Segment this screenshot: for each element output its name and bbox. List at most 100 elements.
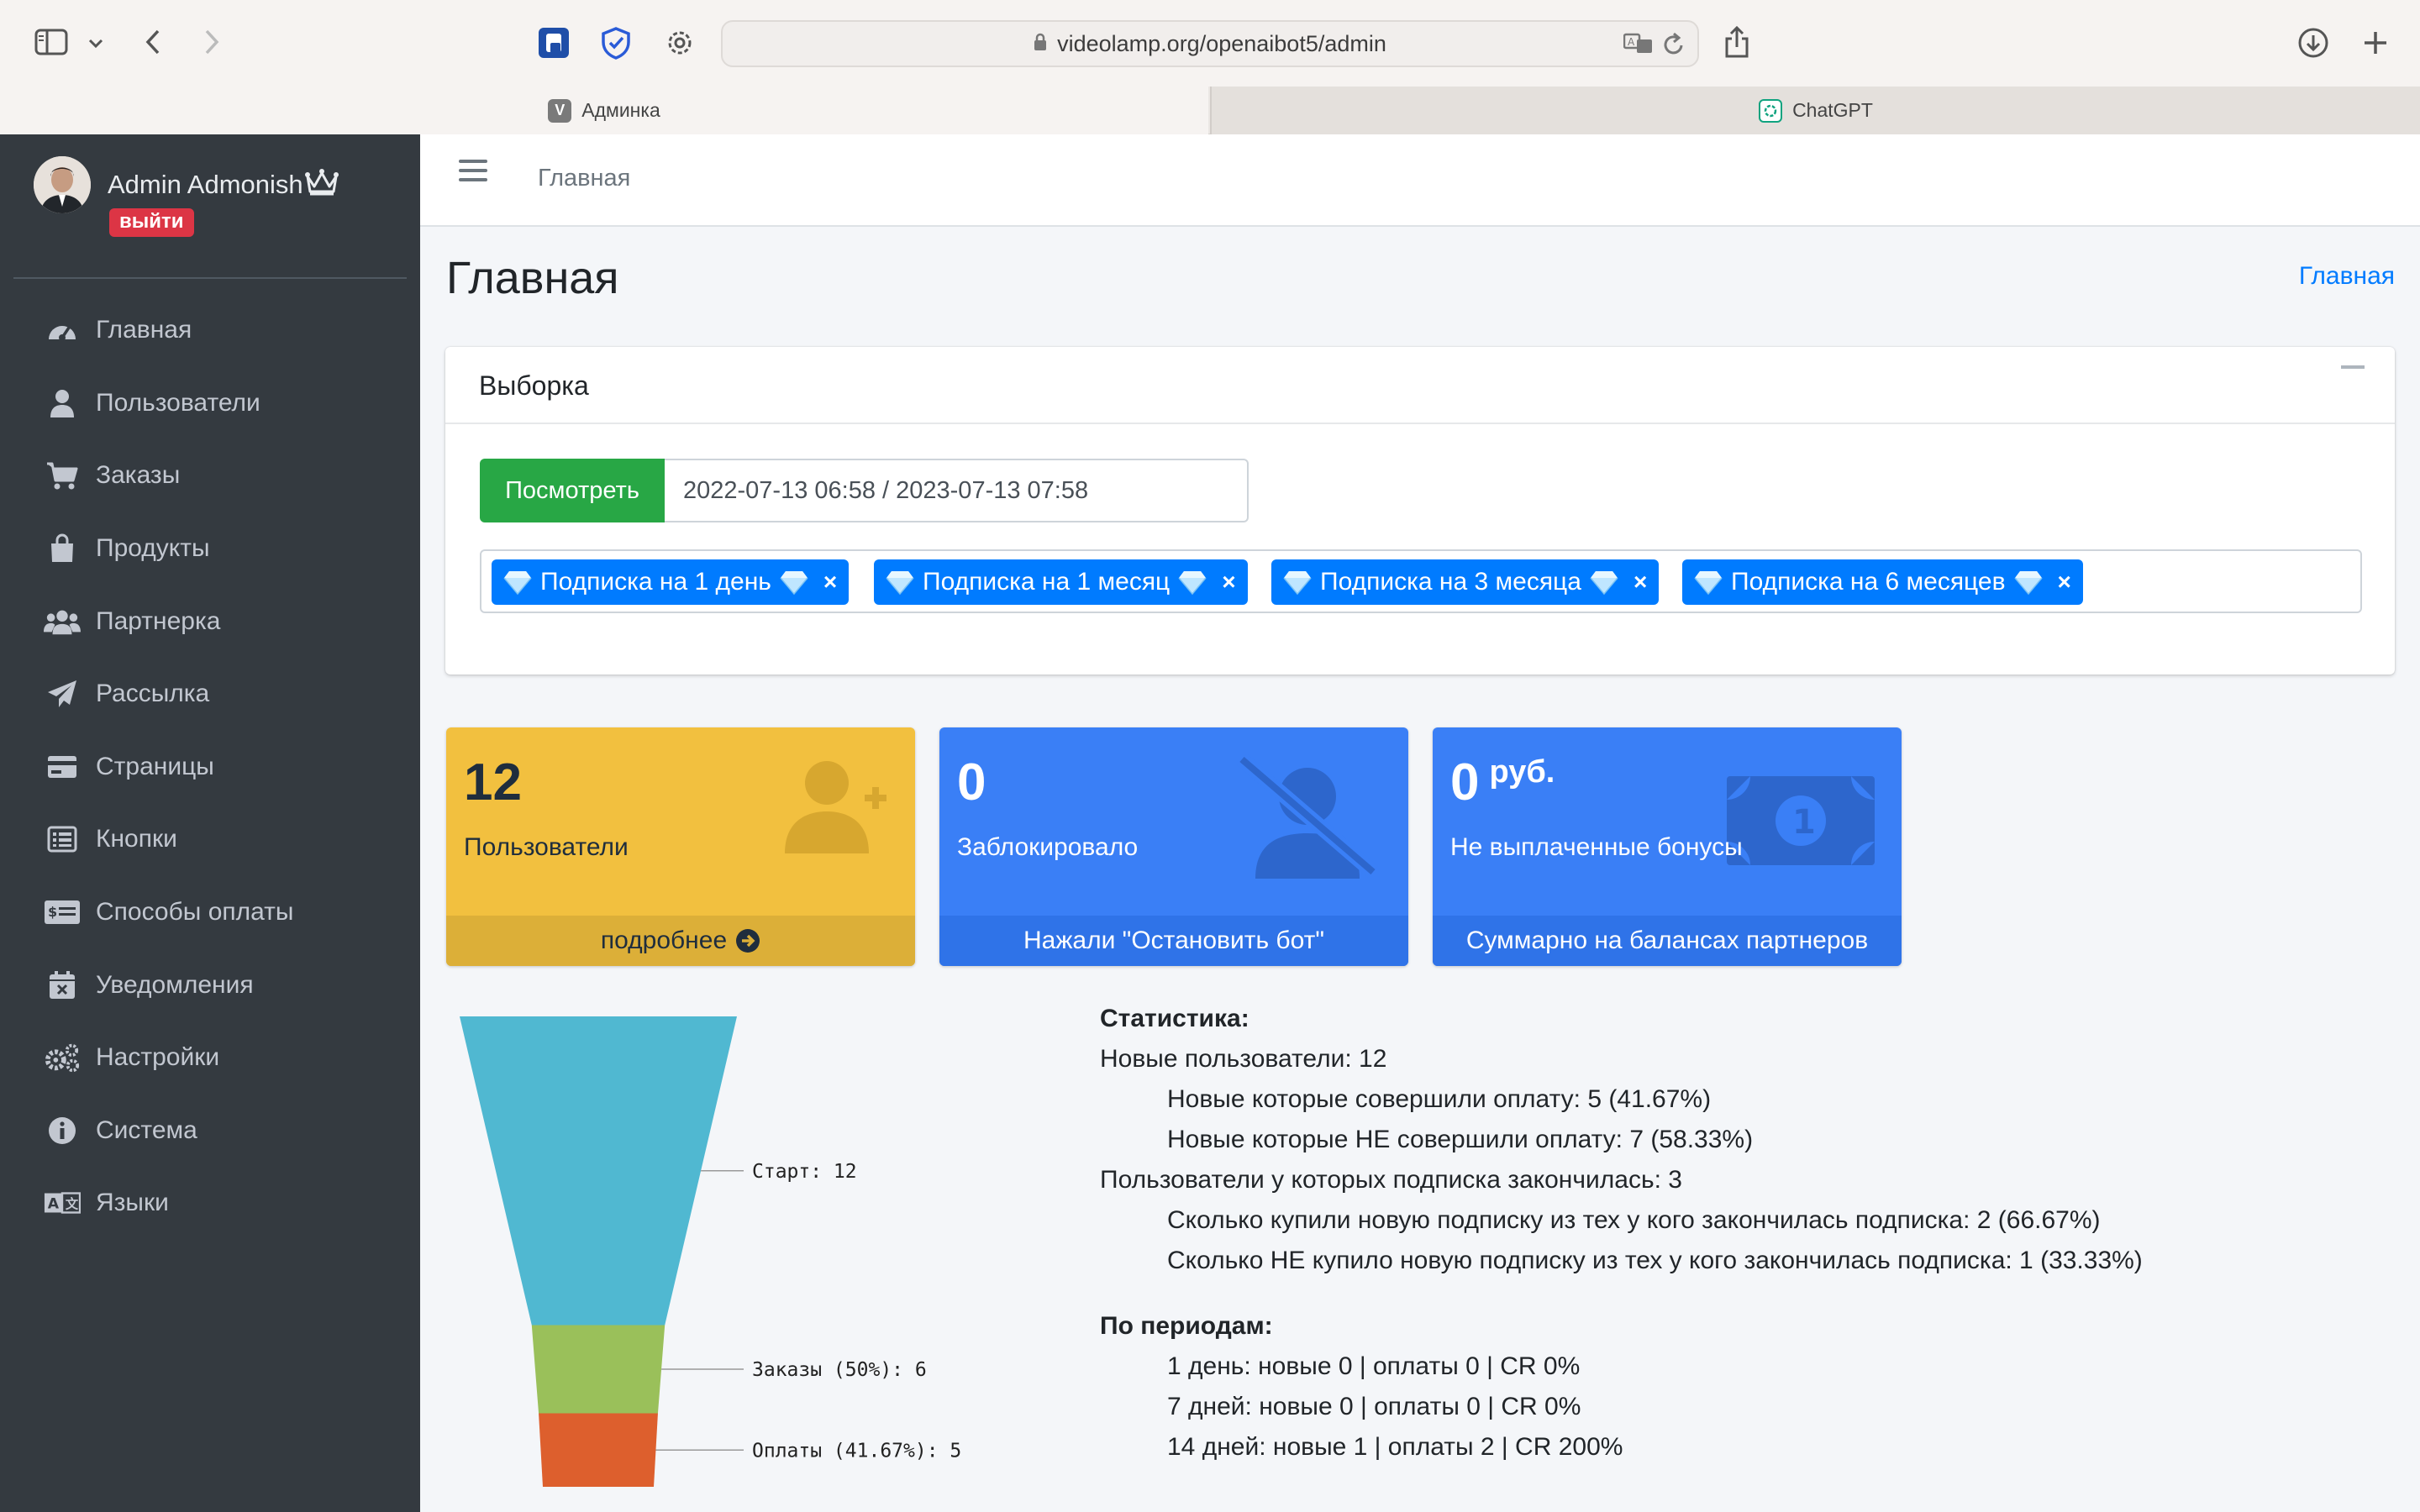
sidebar-item-label: Продукты <box>96 534 210 563</box>
new-tab-icon[interactable] <box>2358 25 2393 60</box>
sidebar-item-languages[interactable]: A文 Языки <box>0 1167 420 1240</box>
blocked-stat-box: 0 Заблокировало Нажали "Остановить бот" <box>939 727 1408 966</box>
stats-new-not-paid: Новые которые НЕ совершили оплату: 7 (58… <box>1167 1126 1754 1153</box>
download-icon[interactable] <box>2296 25 2331 60</box>
users-more-link[interactable]: подробнее <box>446 916 915 966</box>
bag-icon <box>44 530 81 567</box>
users-icon <box>44 603 81 640</box>
sidebar-item-users[interactable]: Пользователи <box>0 367 420 440</box>
language-icon: A文 <box>44 1184 81 1221</box>
address-bar[interactable]: videolamp.org/openaibot5/admin A <box>721 20 1699 67</box>
avatar[interactable] <box>34 156 91 213</box>
diamond-icon <box>2013 570 2043 595</box>
hamburger-menu-icon[interactable] <box>459 160 487 188</box>
stats-periods-heading: По периодам: <box>1100 1312 1273 1340</box>
sidebar-item-mailing[interactable]: Рассылка <box>0 658 420 731</box>
funnel-stage <box>531 1325 666 1414</box>
funnel-stage-label: Оплаты (41.67%): 5 <box>752 1440 961 1462</box>
money-check-icon: $ <box>44 894 81 931</box>
diamond-icon <box>1590 570 1618 595</box>
sidebar-item-label: Настройки <box>96 1043 220 1072</box>
tag-remove-icon[interactable]: × <box>823 569 837 596</box>
sidebar-toggle-icon[interactable] <box>32 25 71 59</box>
arrow-circle-right-icon <box>735 928 760 953</box>
sidebar-item-dashboard[interactable]: Главная <box>0 294 420 367</box>
sidebar-item-pages[interactable]: Страницы <box>0 731 420 804</box>
users-footer-label: подробнее <box>600 927 728 954</box>
tag-subscription-1-month: Подписка на 1 месяц × <box>874 559 1248 605</box>
tag-label: Подписка на 6 месяцев <box>1731 568 2006 596</box>
tag-subscription-1-day: Подписка на 1 день × <box>492 559 850 605</box>
sidebar-divider <box>13 277 407 279</box>
sidebar-item-settings[interactable]: Настройки <box>0 1021 420 1095</box>
svg-text:文: 文 <box>66 1197 79 1212</box>
sidebar-item-label: Языки <box>96 1189 169 1217</box>
url-text: videolamp.org/openaibot5/admin <box>1057 30 1386 56</box>
sidebar-menu: Главная Пользователи Заказы Продукты Пар… <box>0 294 420 1240</box>
bitwarden-icon[interactable] <box>536 25 571 60</box>
tab-admin[interactable]: V Админка <box>0 87 1208 134</box>
tab-admin-label: Админка <box>581 99 660 121</box>
funnel-chart: Старт: 12 Заказы (50%): 6 Оплаты (41.67%):… <box>460 1016 961 1487</box>
tag-subscription-6-months: Подписка на 6 месяцев × <box>1682 559 2083 605</box>
bonus-label: Не выплаченные бонусы <box>1450 833 1743 861</box>
stats-renewed: Сколько купили новую подписку из тех у к… <box>1167 1206 2101 1234</box>
blocked-count: 0 <box>957 753 986 811</box>
sidebar-item-label: Заказы <box>96 461 181 490</box>
back-icon[interactable] <box>136 24 170 60</box>
diamond-icon <box>1178 570 1207 595</box>
product-tags-select[interactable]: Подписка на 1 день × Подписка на 1 месяц… <box>480 549 2362 613</box>
reload-icon[interactable] <box>1662 32 1686 61</box>
chatgpt-favicon-icon <box>1759 98 1783 123</box>
header-home-link[interactable]: Главная <box>538 165 630 192</box>
cart-icon <box>44 457 81 494</box>
tag-remove-icon[interactable]: × <box>2058 569 2071 596</box>
tag-subscription-3-months: Подписка на 3 месяца × <box>1271 559 1660 605</box>
view-button[interactable]: Посмотреть <box>480 459 665 522</box>
sidebar-item-orders[interactable]: Заказы <box>0 439 420 512</box>
tab-chatgpt[interactable]: ChatGPT <box>1210 87 2420 134</box>
sidebar-item-label: Партнерка <box>96 606 221 635</box>
sidebar-item-payment-methods[interactable]: $ Способы оплаты <box>0 876 420 949</box>
money-bill-icon: 1 <box>1725 774 1876 871</box>
users-stat-box: 12 Пользователи подробнее <box>446 727 915 966</box>
sidebar: Admin Admonish выйти Главная Пользовател… <box>0 134 420 1512</box>
diamond-icon <box>1694 570 1723 595</box>
bonus-footer: Суммарно на балансах партнеров <box>1433 916 1902 966</box>
stats-period-1: 1 день: новые 0 | оплаты 0 | CR 0% <box>1167 1352 1581 1380</box>
gear-icon[interactable] <box>662 25 697 60</box>
sidebar-item-partners[interactable]: Партнерка <box>0 585 420 658</box>
sidebar-item-label: Рассылка <box>96 680 210 708</box>
stats-heading: Статистика: <box>1100 1005 1249 1032</box>
sidebar-item-notifications[interactable]: Уведомления <box>0 948 420 1021</box>
diamond-icon <box>886 570 914 595</box>
shield-check-icon[interactable] <box>598 25 634 60</box>
logout-button[interactable]: выйти <box>109 208 194 237</box>
dashboard-icon <box>44 312 81 349</box>
card-header: Выборка <box>445 347 2395 424</box>
forward-icon[interactable] <box>195 24 229 60</box>
funnel-stage <box>460 1016 737 1326</box>
card-icon <box>44 748 81 785</box>
page-title: Главная <box>446 253 619 303</box>
sidebar-item-products[interactable]: Продукты <box>0 512 420 585</box>
funnel-stage-label: Старт: 12 <box>752 1161 857 1183</box>
bonus-number: 0 <box>1450 753 1480 811</box>
tag-remove-icon[interactable]: × <box>1634 569 1647 596</box>
funnel-stage <box>539 1413 658 1487</box>
share-icon[interactable] <box>1719 22 1754 62</box>
user-name[interactable]: Admin Admonish <box>108 170 303 200</box>
cogs-icon <box>44 1039 81 1076</box>
diamond-icon <box>1283 570 1312 595</box>
chevron-down-icon[interactable] <box>84 32 108 55</box>
user-plus-icon <box>781 754 890 859</box>
breadcrumb-home[interactable]: Главная <box>2299 262 2395 291</box>
sidebar-item-label: Главная <box>96 316 192 344</box>
tag-remove-icon[interactable]: × <box>1222 569 1235 596</box>
sidebar-item-system[interactable]: Система <box>0 1095 420 1168</box>
sidebar-item-buttons[interactable]: Кнопки <box>0 803 420 876</box>
translate-icon[interactable]: A <box>1623 32 1654 60</box>
daterange-input[interactable]: 2022-07-13 06:58 / 2023-07-13 07:58 <box>665 459 1249 522</box>
user-slash-icon <box>1232 753 1383 885</box>
collapse-icon[interactable] <box>2341 365 2365 369</box>
